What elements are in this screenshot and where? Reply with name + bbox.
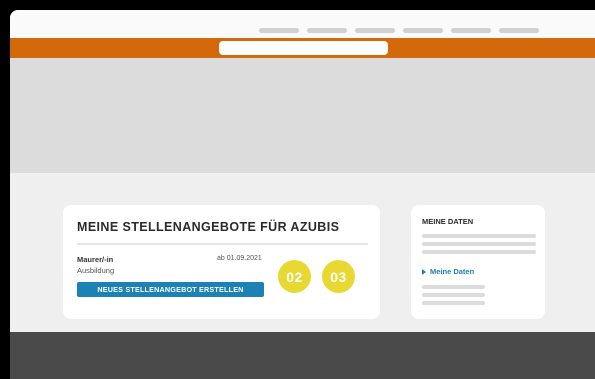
divider — [77, 243, 368, 245]
hero-banner — [10, 58, 595, 173]
create-job-offer-button[interactable]: NEUES STELLENANGEBOT ERSTELLEN — [77, 282, 264, 297]
text-placeholder-line — [422, 293, 485, 297]
browser-window: MEINE STELLENANGEBOTE FÜR AZUBIS Maurer/… — [10, 10, 595, 379]
nav-item-2[interactable] — [307, 28, 347, 33]
job-offers-card: MEINE STELLENANGEBOTE FÜR AZUBIS Maurer/… — [63, 205, 380, 319]
text-placeholder-line — [422, 250, 536, 254]
job-type: Ausbildung — [77, 266, 115, 275]
my-data-link-label: Meine Daten — [430, 267, 475, 276]
card-title: MEINE STELLENANGEBOTE FÜR AZUBIS — [77, 220, 340, 234]
search-input[interactable] — [219, 41, 388, 55]
job-start-date: ab 01.09.2021 — [217, 255, 262, 262]
step-badge-03: 03 — [322, 260, 355, 293]
nav-item-4[interactable] — [403, 28, 443, 33]
top-bar — [10, 10, 595, 38]
nav-item-6[interactable] — [499, 28, 539, 33]
side-card-title: MEINE DATEN — [422, 217, 474, 226]
text-placeholder-line — [422, 234, 536, 238]
footer — [10, 332, 595, 379]
arrow-right-icon — [422, 268, 426, 275]
step-badge-02: 02 — [278, 260, 311, 293]
my-data-card: MEINE DATEN Meine Daten — [411, 205, 545, 319]
header-bar — [10, 38, 595, 58]
nav-item-1[interactable] — [259, 28, 299, 33]
text-placeholder-line — [422, 285, 485, 289]
text-placeholder-line — [422, 301, 485, 305]
nav-item-5[interactable] — [451, 28, 491, 33]
job-title[interactable]: Maurer/-in — [77, 255, 113, 264]
nav-item-3[interactable] — [355, 28, 395, 33]
my-data-link[interactable]: Meine Daten — [422, 267, 474, 276]
text-placeholder-line — [422, 242, 536, 246]
